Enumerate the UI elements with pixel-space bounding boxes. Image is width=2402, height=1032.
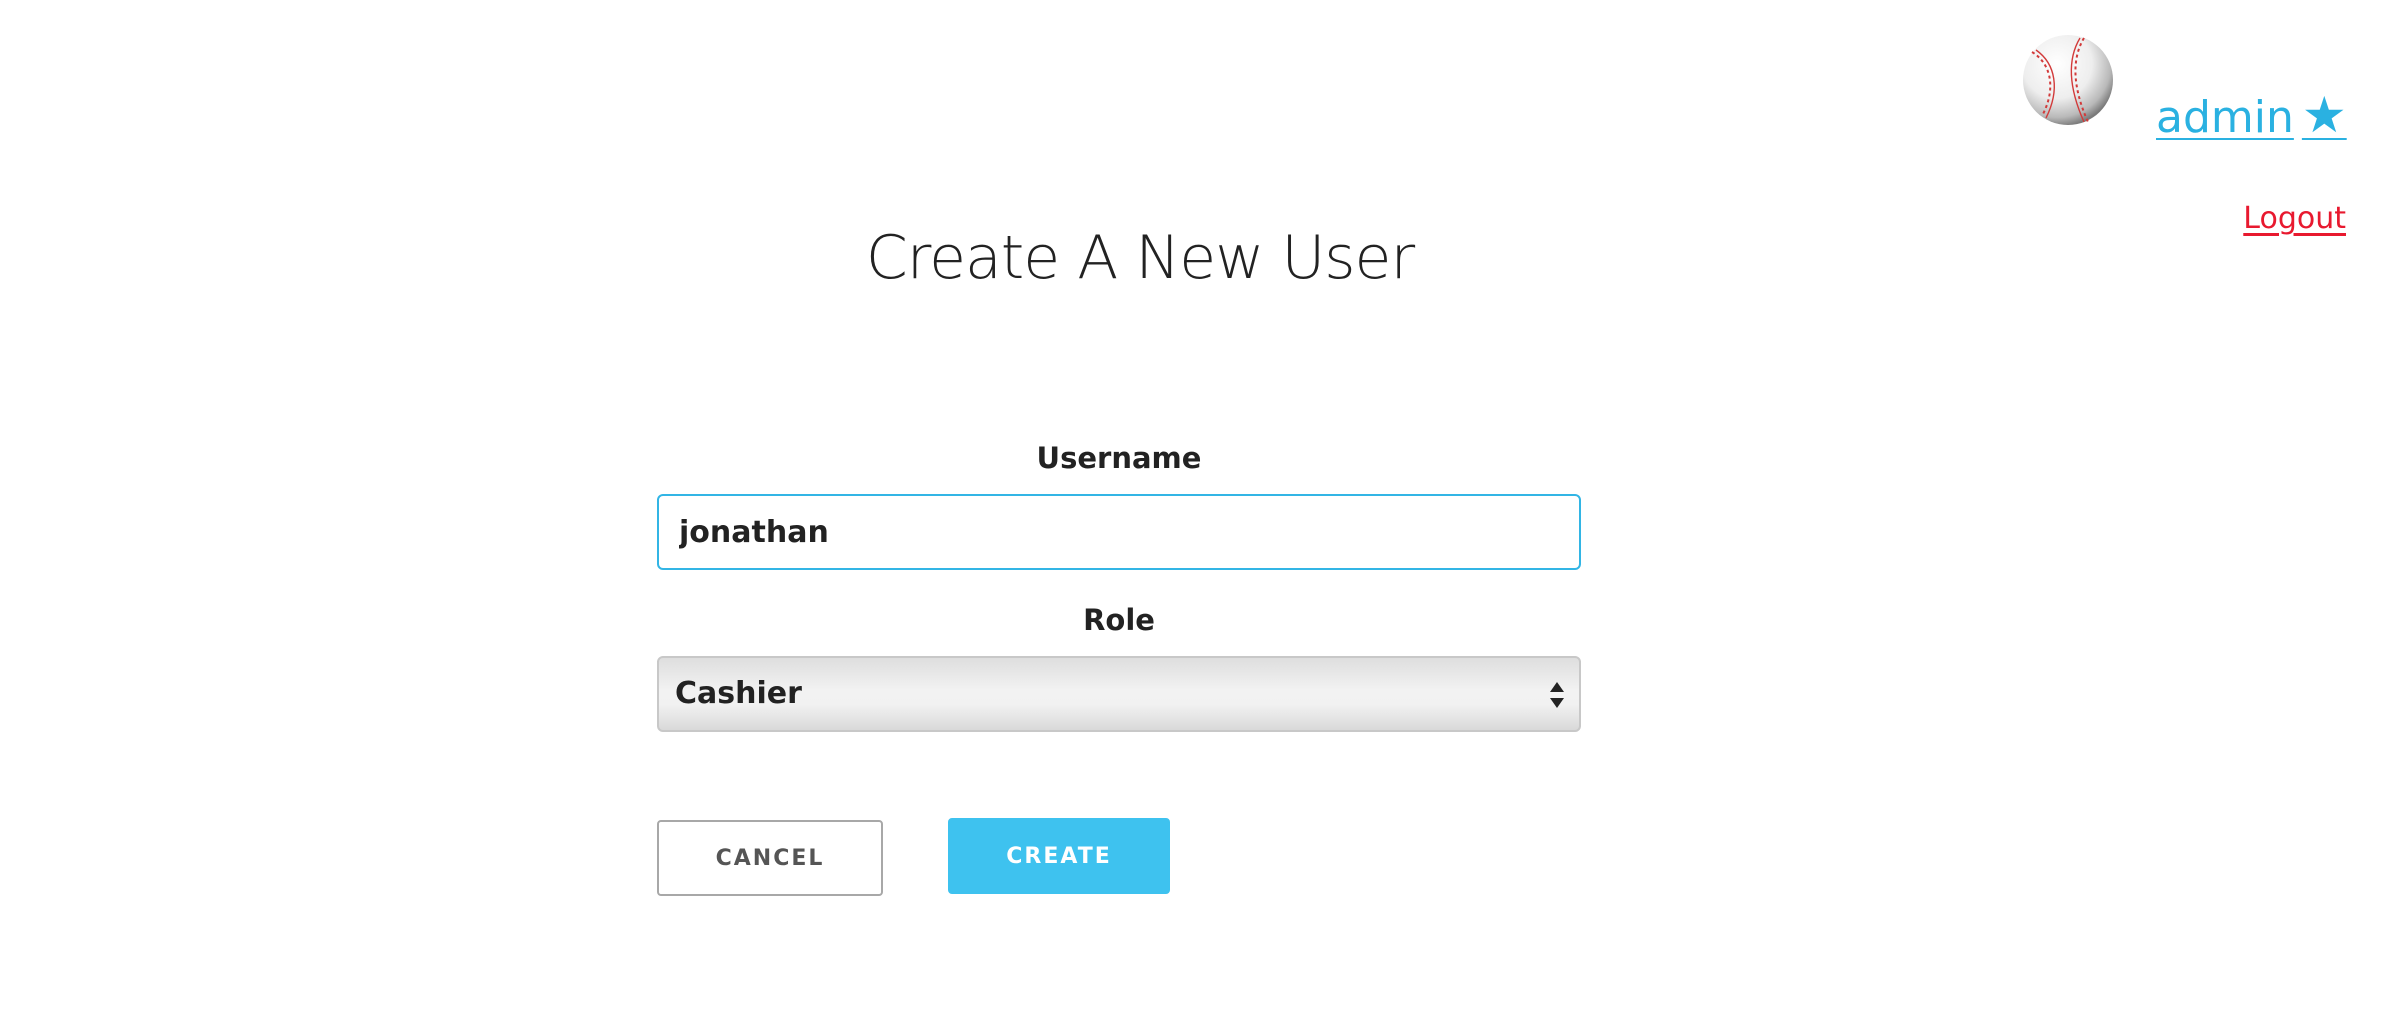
username-label: Username bbox=[1036, 441, 1202, 475]
create-user-form: Username Role Cashier CANCEL CREATE bbox=[657, 430, 1581, 896]
role-select[interactable]: Cashier bbox=[657, 656, 1581, 732]
role-label: Role bbox=[1083, 603, 1155, 637]
baseball-icon bbox=[2022, 34, 2114, 126]
username-label: admin bbox=[2156, 92, 2294, 143]
page-title: Create A New User bbox=[865, 223, 1415, 293]
username-input[interactable] bbox=[657, 494, 1581, 570]
create-button[interactable]: CREATE bbox=[948, 818, 1170, 894]
form-actions: CANCEL CREATE bbox=[657, 818, 1581, 896]
create-user-page: admin ★ Logout Create A New User Username… bbox=[0, 0, 2402, 1032]
user-profile-link[interactable]: admin ★ bbox=[2156, 88, 2347, 145]
select-updown-icon bbox=[1549, 680, 1565, 710]
cancel-button[interactable]: CANCEL bbox=[657, 820, 883, 896]
star-icon: ★ bbox=[2301, 86, 2347, 144]
role-selected-value: Cashier bbox=[675, 676, 802, 711]
